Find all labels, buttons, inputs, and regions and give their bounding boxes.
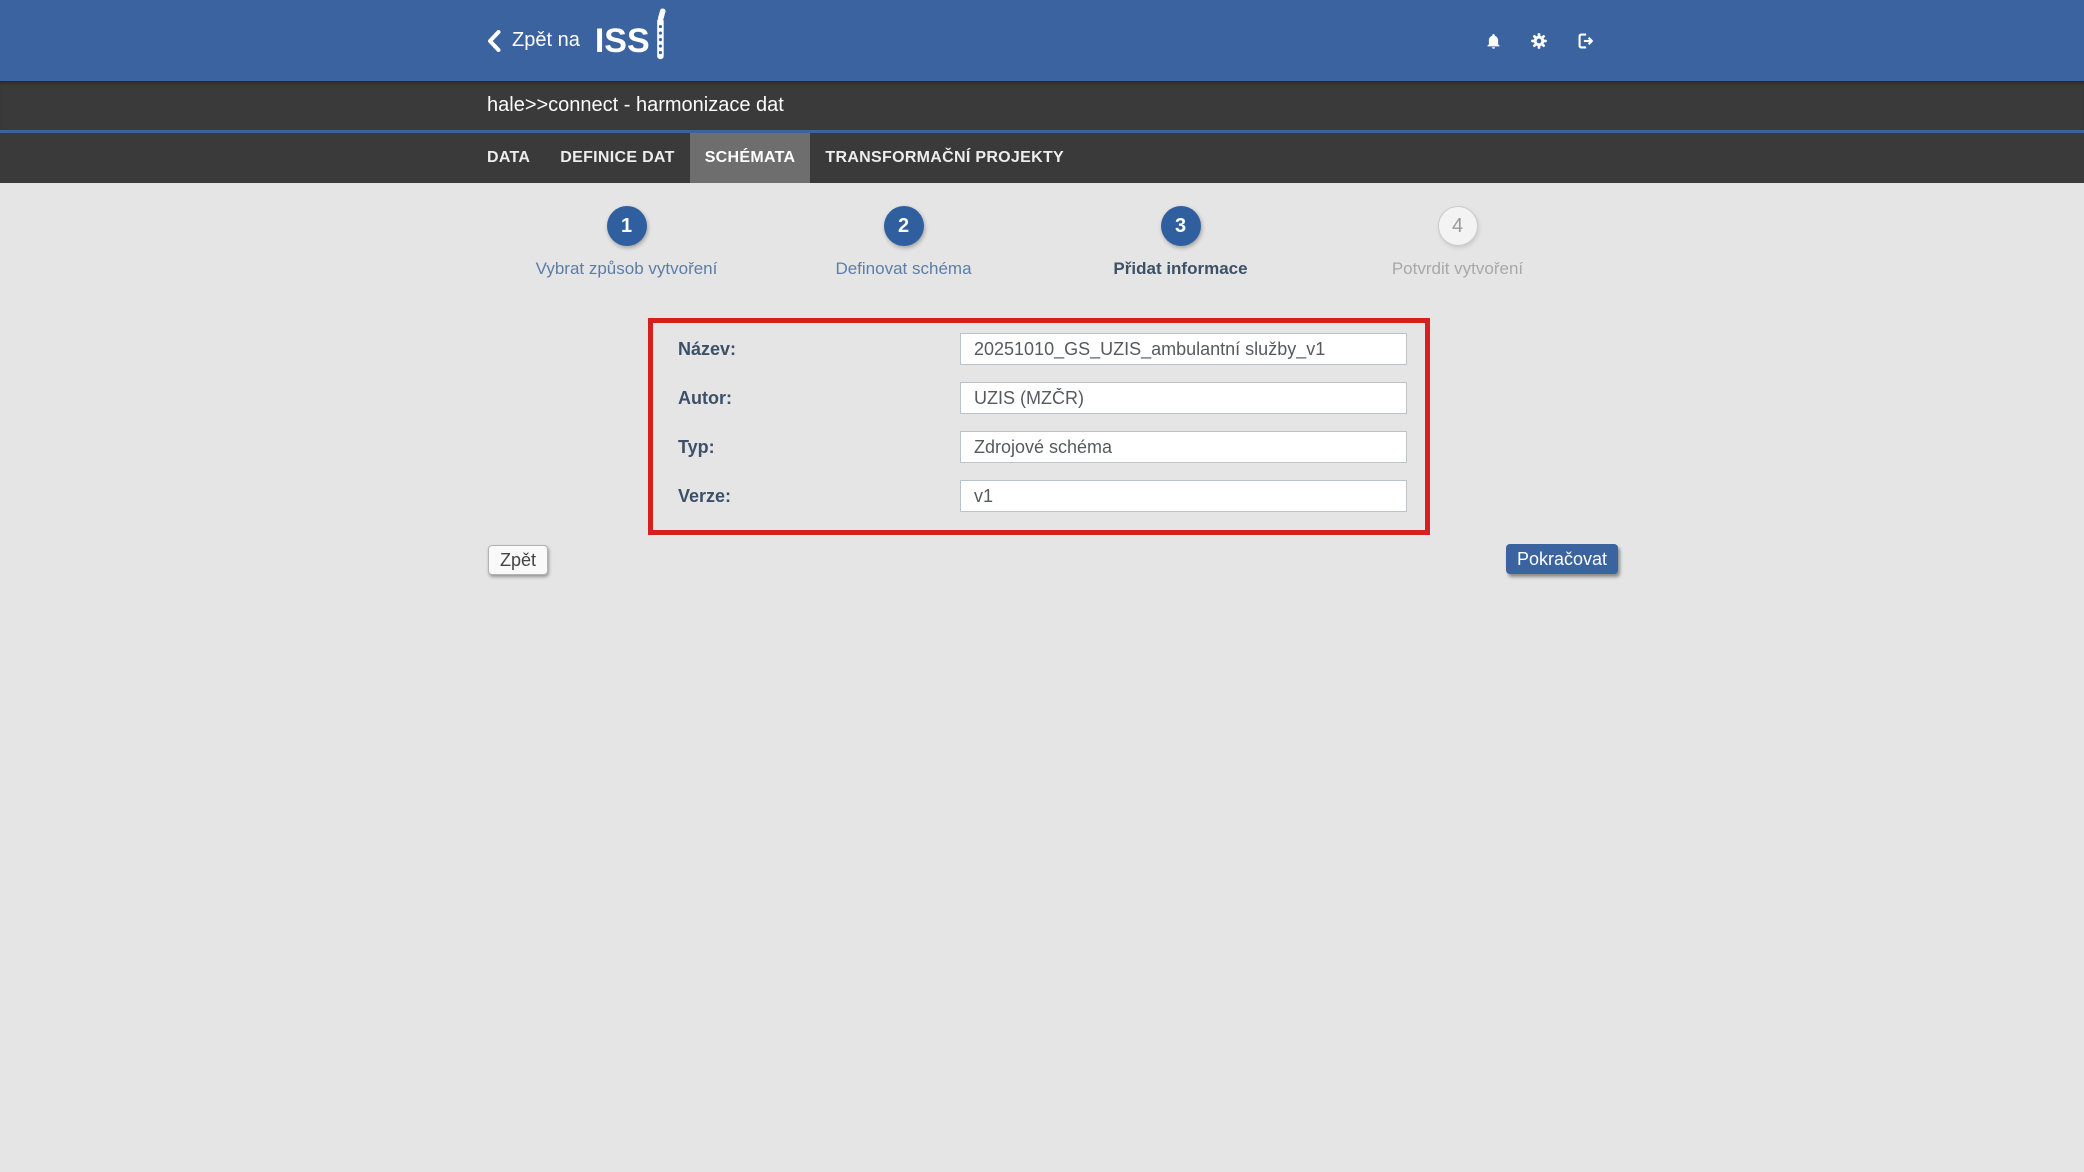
back-to-issi-link[interactable]: Zpět na ISS bbox=[487, 0, 667, 81]
step-4: 4 Potvrdit vytvoření bbox=[1319, 206, 1596, 279]
step-1-circle: 1 bbox=[607, 206, 647, 246]
step-3: 3 Přidat informace bbox=[1042, 206, 1319, 279]
issi-logo-text: ISS bbox=[595, 24, 650, 58]
step-2: 2 Definovat schéma bbox=[765, 206, 1042, 279]
topbar-icons bbox=[1484, 0, 1594, 81]
step-4-label: Potvrdit vytvoření bbox=[1392, 259, 1523, 279]
nazev-label: Název: bbox=[678, 333, 736, 365]
step-4-circle: 4 bbox=[1438, 206, 1478, 246]
autor-input[interactable] bbox=[960, 382, 1407, 414]
top-bar: Zpět na ISS bbox=[0, 0, 2084, 81]
tab-definice-dat[interactable]: DEFINICE DAT bbox=[545, 133, 689, 183]
form-row-typ: Typ: bbox=[653, 431, 1425, 463]
app-title-bar: hale>>connect - harmonizace dat bbox=[0, 81, 2084, 130]
sign-out-icon[interactable] bbox=[1576, 32, 1594, 50]
step-3-label: Přidat informace bbox=[1113, 259, 1247, 279]
form-row-nazev: Název: bbox=[653, 333, 1425, 365]
schema-info-form-highlight: Název: Autor: Typ: Verze: bbox=[648, 318, 1430, 535]
verze-label: Verze: bbox=[678, 480, 731, 512]
step-1-label: Vybrat způsob vytvoření bbox=[536, 259, 718, 279]
wizard-stepper: 1 Vybrat způsob vytvoření 2 Definovat sc… bbox=[488, 206, 1596, 279]
back-label: Zpět na bbox=[512, 29, 580, 52]
typ-label: Typ: bbox=[678, 431, 715, 463]
step-2-label: Definovat schéma bbox=[835, 259, 971, 279]
gear-icon[interactable] bbox=[1530, 32, 1548, 50]
form-row-autor: Autor: bbox=[653, 382, 1425, 414]
step-3-circle: 3 bbox=[1161, 206, 1201, 246]
chevron-left-icon bbox=[487, 30, 501, 52]
main-nav-tabs: DATA DEFINICE DAT SCHÉMATA TRANSFORMAČNÍ… bbox=[0, 133, 2084, 183]
step-2-circle: 2 bbox=[884, 206, 924, 246]
tab-schemata[interactable]: SCHÉMATA bbox=[690, 133, 811, 183]
bell-icon[interactable] bbox=[1484, 32, 1502, 50]
tab-data[interactable]: DATA bbox=[472, 133, 545, 183]
verze-input[interactable] bbox=[960, 480, 1407, 512]
form-row-verze: Verze: bbox=[653, 480, 1425, 512]
typ-input[interactable] bbox=[960, 431, 1407, 463]
continue-button[interactable]: Pokračovat bbox=[1506, 544, 1618, 574]
issi-logo: ISS bbox=[595, 15, 667, 67]
nazev-input[interactable] bbox=[960, 333, 1407, 365]
step-1: 1 Vybrat způsob vytvoření bbox=[488, 206, 765, 279]
issi-flute-icon bbox=[652, 8, 667, 60]
tab-transformacni-projekty[interactable]: TRANSFORMAČNÍ PROJEKTY bbox=[810, 133, 1079, 183]
autor-label: Autor: bbox=[678, 382, 732, 414]
back-button[interactable]: Zpět bbox=[488, 545, 548, 575]
page-title: hale>>connect - harmonizace dat bbox=[487, 81, 784, 130]
